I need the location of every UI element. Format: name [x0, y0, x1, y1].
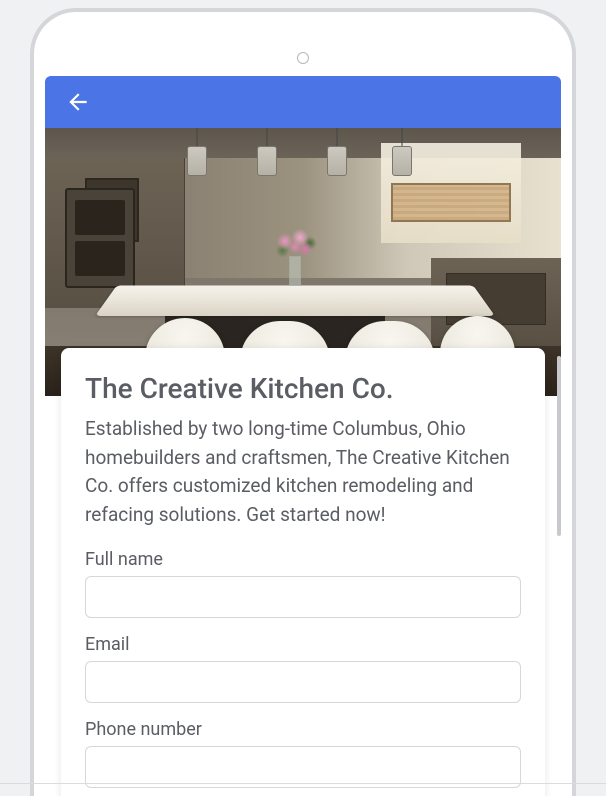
- camera-icon: [297, 52, 309, 64]
- screen: The Creative Kitchen Co. Established by …: [45, 76, 561, 796]
- back-arrow-icon: [65, 89, 91, 115]
- phone-frame: The Creative Kitchen Co. Established by …: [30, 8, 576, 796]
- email-label: Email: [85, 634, 521, 655]
- business-card: The Creative Kitchen Co. Established by …: [61, 348, 545, 796]
- full-name-input[interactable]: [85, 576, 521, 618]
- email-input[interactable]: [85, 661, 521, 703]
- form-group-email: Email: [85, 634, 521, 703]
- scrollbar[interactable]: [557, 356, 561, 536]
- business-description: Established by two long-time Columbus, O…: [85, 415, 521, 529]
- phone-label: Phone number: [85, 719, 521, 740]
- back-button[interactable]: [65, 89, 91, 115]
- top-bar: [45, 76, 561, 128]
- form-group-phone: Phone number: [85, 719, 521, 788]
- phone-input[interactable]: [85, 746, 521, 788]
- divider: [0, 783, 606, 784]
- form-group-full-name: Full name: [85, 549, 521, 618]
- business-title: The Creative Kitchen Co.: [85, 372, 521, 405]
- full-name-label: Full name: [85, 549, 521, 570]
